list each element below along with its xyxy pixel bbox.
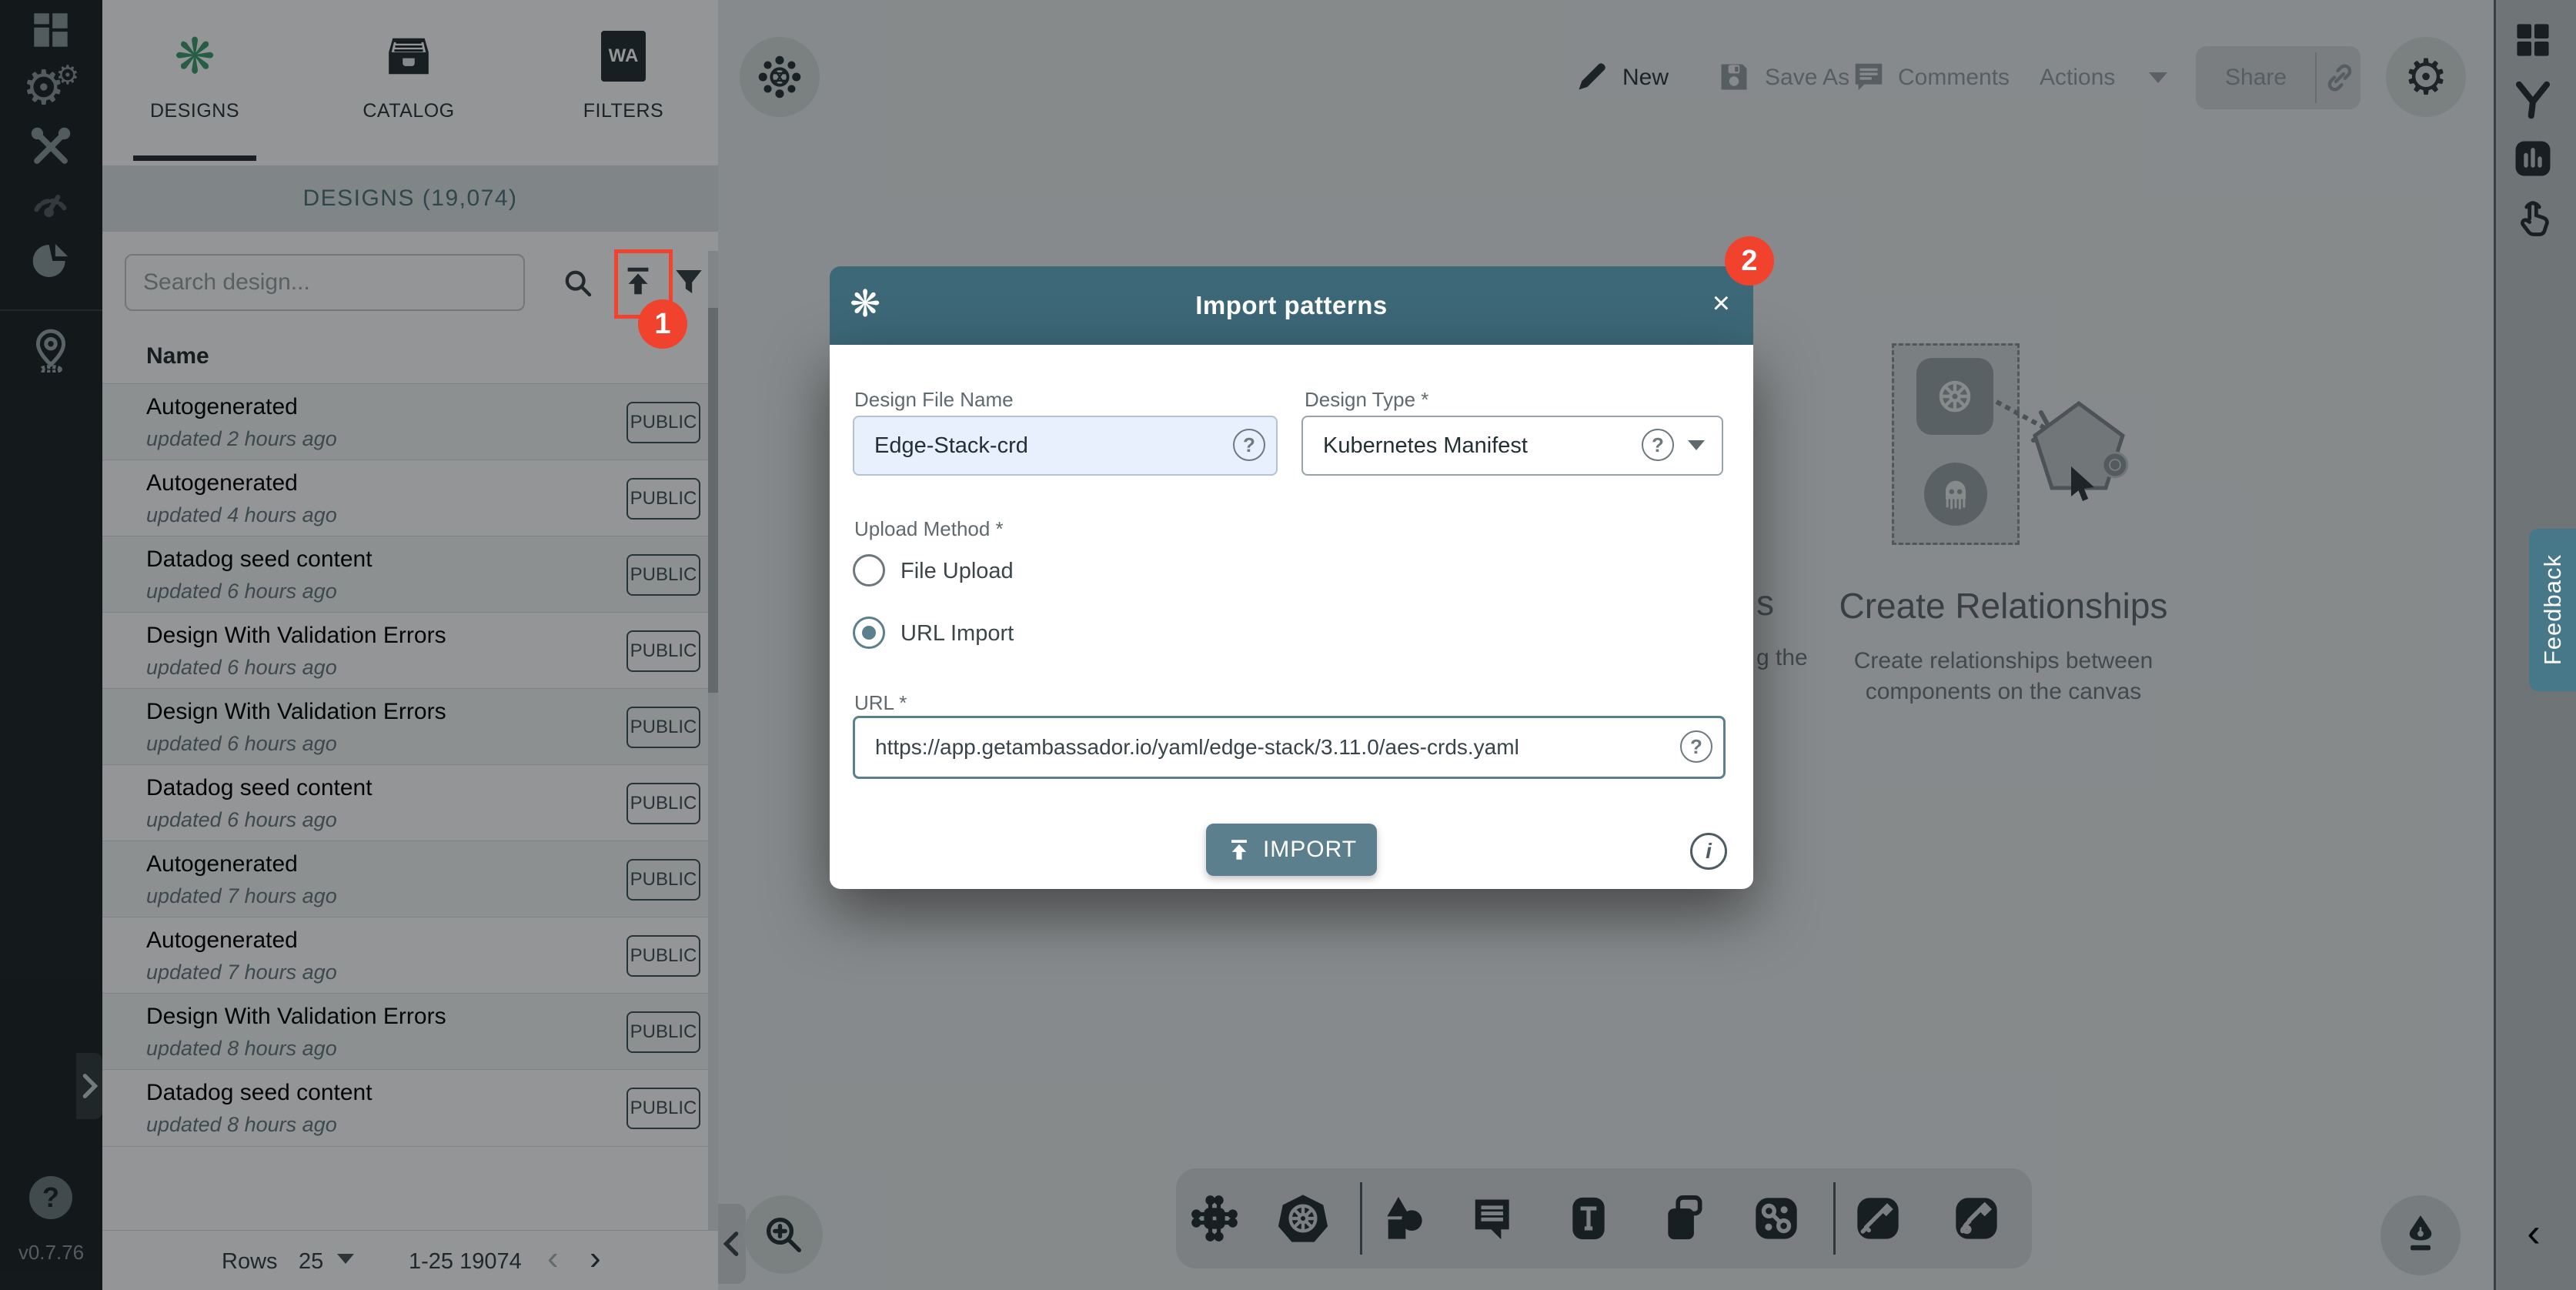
feedback-tab-label: Feedback [2539, 554, 2567, 665]
help-circle-icon[interactable]: ? [1680, 730, 1712, 763]
design-type-select[interactable]: Kubernetes Manifest ? [1301, 416, 1723, 476]
url-import-radio-label[interactable]: URL Import [900, 621, 1014, 647]
step1-badge: 1 [638, 299, 687, 349]
url-import-radio[interactable] [853, 617, 885, 649]
upload-icon [1226, 837, 1252, 863]
url-label: URL * [854, 691, 907, 715]
modal-title: Import patterns [830, 291, 1753, 320]
import-modal-body: Design File Name ? Design Type * Kuberne… [830, 345, 1753, 889]
upload-method-label: Upload Method * [854, 517, 1004, 541]
design-file-name-input[interactable] [854, 433, 1256, 459]
url-field: ? [853, 716, 1726, 779]
meshery-logo-icon: ❋ [850, 286, 880, 323]
import-button[interactable]: IMPORT [1206, 824, 1377, 876]
info-icon[interactable]: i [1690, 833, 1727, 870]
import-modal-header: ❋ Import patterns × [830, 266, 1753, 345]
file-upload-radio-label[interactable]: File Upload [900, 559, 1014, 584]
close-icon[interactable]: × [1712, 288, 1730, 319]
design-file-name-label: Design File Name [854, 388, 1014, 412]
meshery-app: ⚙⚙ ? v0.7.76 ❋ DESIGNS CATALOG [0, 0, 2576, 1290]
design-type-label: Design Type * [1305, 388, 1428, 412]
design-type-value: Kubernetes Manifest [1303, 433, 1528, 459]
url-input[interactable] [855, 735, 1688, 760]
feedback-tab[interactable]: Feedback [2529, 529, 2576, 691]
help-circle-icon[interactable]: ? [1642, 429, 1674, 461]
help-circle-icon[interactable]: ? [1233, 429, 1265, 461]
import-button-label: IMPORT [1263, 837, 1357, 863]
design-file-name-field: ? [853, 416, 1278, 476]
chevron-down-icon [1688, 440, 1705, 450]
file-upload-radio[interactable] [853, 554, 885, 587]
step2-badge: 2 [1725, 236, 1774, 286]
